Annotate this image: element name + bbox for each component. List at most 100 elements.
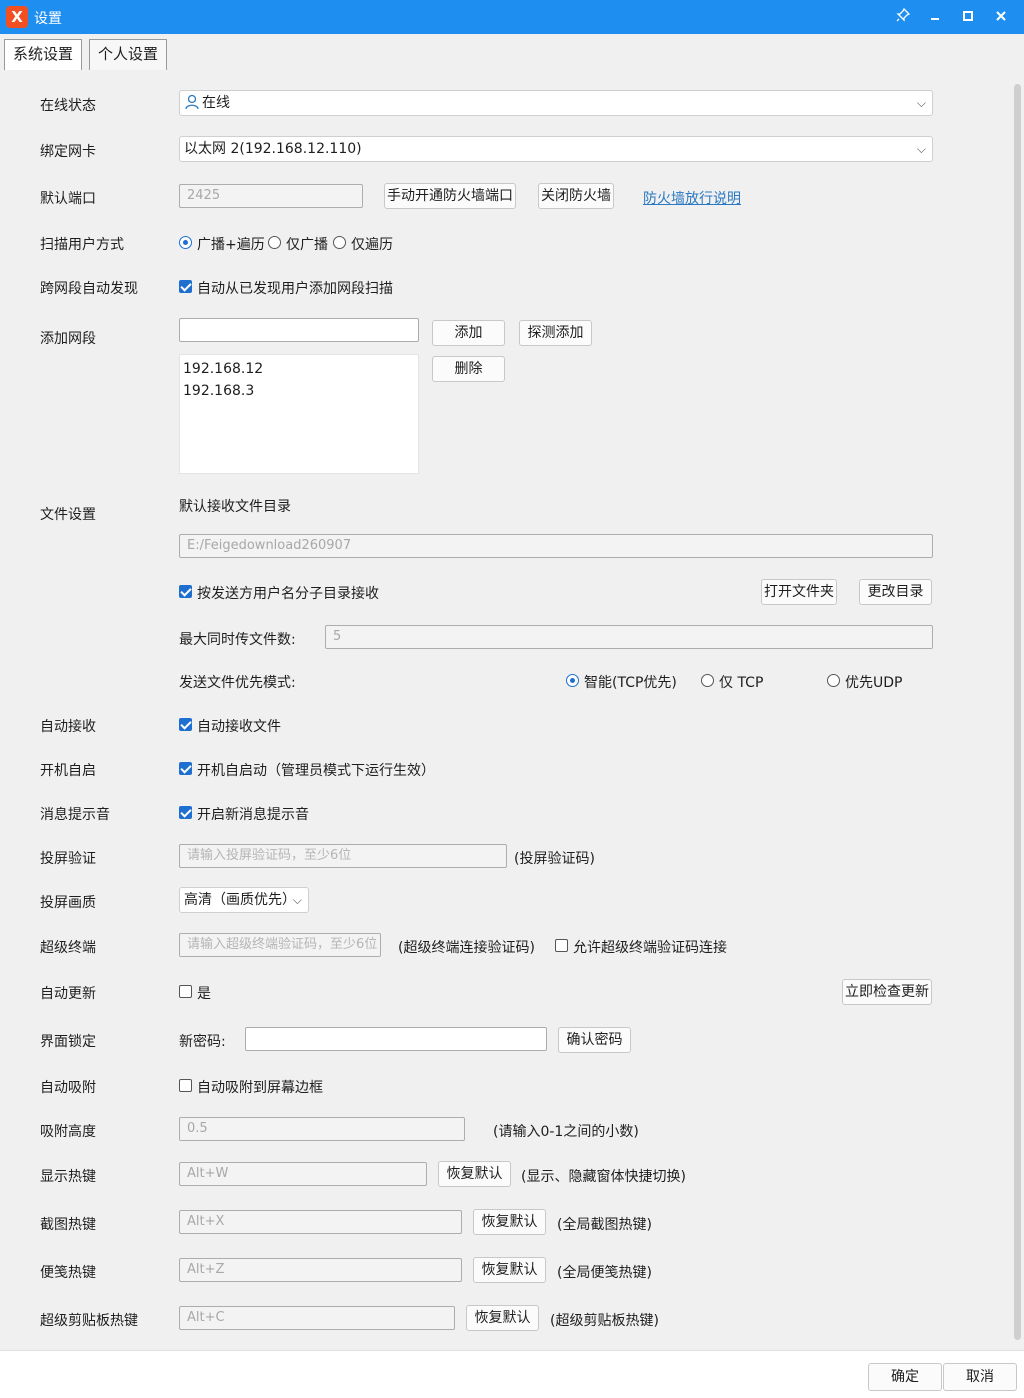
- segment-list[interactable]: 192.168.12 192.168.3: [179, 354, 419, 474]
- online-status-value: 在线: [202, 95, 230, 111]
- priority-radio-smart[interactable]: [566, 674, 579, 687]
- auto-update-text: 是: [197, 986, 211, 1002]
- tab-personal-settings[interactable]: 个人设置: [89, 39, 168, 70]
- pin-icon[interactable]: [890, 4, 916, 30]
- clipboard-hotkey-input[interactable]: Alt+C: [179, 1306, 455, 1330]
- close-icon[interactable]: [988, 4, 1014, 30]
- label-file-settings: 文件设置: [40, 507, 96, 523]
- auto-receive-checkbox[interactable]: [179, 718, 192, 731]
- online-status-select[interactable]: 在线 ⌵: [179, 90, 933, 116]
- user-icon: [185, 94, 199, 115]
- clipboard-hotkey-reset-button[interactable]: 恢复默认: [466, 1305, 539, 1331]
- autostart-text: 开机自启动（管理员模式下运行生效）: [197, 763, 435, 779]
- confirm-password-button[interactable]: 确认密码: [558, 1027, 631, 1053]
- label-bind-nic: 绑定网卡: [40, 144, 96, 160]
- auto-snap-checkbox[interactable]: [179, 1079, 192, 1092]
- note-hotkey-reset-button[interactable]: 恢复默认: [473, 1257, 546, 1283]
- priority-radio-tcp[interactable]: [701, 674, 714, 687]
- label-cast-verify: 投屏验证: [40, 851, 96, 867]
- label-clipboard-hotkey: 超级剪贴板热键: [40, 1313, 138, 1329]
- label-note-hotkey: 便笺热键: [40, 1265, 96, 1281]
- auto-receive-text: 自动接收文件: [197, 719, 281, 735]
- label-autostart: 开机自启: [40, 763, 96, 779]
- maximize-icon[interactable]: [955, 4, 981, 30]
- cast-verify-input[interactable]: 请输入投屏验证码，至少6位: [179, 844, 507, 868]
- check-update-button[interactable]: 立即检查更新: [842, 979, 932, 1005]
- subdir-checkbox[interactable]: [179, 585, 192, 598]
- auto-snap-text: 自动吸附到屏幕边框: [197, 1080, 323, 1096]
- segment-input[interactable]: [179, 318, 419, 342]
- open-folder-button[interactable]: 打开文件夹: [761, 579, 837, 605]
- subdir-text: 按发送方用户名分子目录接收: [197, 586, 379, 602]
- scan-mode-radio-traverse[interactable]: [333, 236, 346, 249]
- priority-radio-udp[interactable]: [827, 674, 840, 687]
- chevron-down-icon: ⌵: [916, 142, 926, 156]
- tab-system-settings[interactable]: 系统设置: [4, 39, 83, 70]
- label-cross-segment: 跨网段自动发现: [40, 281, 138, 297]
- new-password-input[interactable]: [245, 1027, 547, 1051]
- probe-add-button[interactable]: 探测添加: [519, 320, 592, 346]
- default-dir-label: 默认接收文件目录: [179, 499, 291, 515]
- label-default-port: 默认端口: [40, 191, 96, 207]
- delete-segment-button[interactable]: 删除: [432, 356, 505, 382]
- open-firewall-port-button[interactable]: 手动开通防火墙端口: [384, 183, 516, 209]
- max-files-input[interactable]: 5: [325, 625, 933, 649]
- close-firewall-button[interactable]: 关闭防火墙: [538, 183, 614, 209]
- scan-mode-option-label: 仅广播: [286, 237, 328, 253]
- window-title: 设置: [34, 11, 62, 27]
- priority-option-label: 仅 TCP: [719, 675, 764, 691]
- priority-option-label: 智能(TCP优先): [584, 675, 677, 691]
- scan-mode-radio-broadcast-traverse[interactable]: [179, 236, 192, 249]
- list-item[interactable]: 192.168.3: [183, 380, 415, 402]
- change-dir-button[interactable]: 更改目录: [859, 579, 932, 605]
- label-add-segment: 添加网段: [40, 331, 96, 347]
- ok-button[interactable]: 确定: [868, 1363, 942, 1391]
- nic-select[interactable]: 以太网 2(192.168.12.110) ⌵: [179, 136, 933, 162]
- label-scan-mode: 扫描用户方式: [40, 237, 124, 253]
- chevron-down-icon: ⌵: [916, 96, 926, 110]
- tab-bar: 系统设置 个人设置: [0, 34, 1024, 70]
- app-logo-icon: X: [6, 6, 28, 28]
- priority-option-label: 优先UDP: [845, 675, 903, 691]
- label-online-status: 在线状态: [40, 98, 96, 114]
- add-segment-button[interactable]: 添加: [432, 320, 505, 346]
- title-bar: X 设置: [0, 0, 1024, 34]
- cancel-button[interactable]: 取消: [943, 1363, 1017, 1391]
- label-message-sound: 消息提示音: [40, 807, 110, 823]
- clipboard-hotkey-note: (超级剪贴板热键): [550, 1313, 659, 1329]
- super-terminal-input[interactable]: 请输入超级终端验证码，至少6位: [179, 933, 381, 957]
- screenshot-hotkey-reset-button[interactable]: 恢复默认: [473, 1209, 546, 1235]
- cross-segment-checkbox[interactable]: [179, 280, 192, 293]
- dialog-footer: 确定 取消: [0, 1350, 1024, 1398]
- label-screenshot-hotkey: 截图热键: [40, 1217, 96, 1233]
- label-auto-update: 自动更新: [40, 986, 96, 1002]
- list-item[interactable]: 192.168.12: [183, 358, 415, 380]
- allow-super-terminal-checkbox[interactable]: [555, 939, 568, 952]
- label-auto-receive: 自动接收: [40, 719, 96, 735]
- auto-update-checkbox[interactable]: [179, 985, 192, 998]
- screenshot-hotkey-input[interactable]: Alt+X: [179, 1210, 462, 1234]
- label-snap-height: 吸附高度: [40, 1124, 96, 1140]
- firewall-guide-link[interactable]: 防火墙放行说明: [643, 188, 741, 208]
- label-auto-snap: 自动吸附: [40, 1080, 96, 1096]
- scan-mode-radio-broadcast[interactable]: [268, 236, 281, 249]
- label-cast-quality: 投屏画质: [40, 895, 96, 911]
- default-dir-input[interactable]: E:/Feigedownload260907: [179, 534, 933, 558]
- autostart-checkbox[interactable]: [179, 762, 192, 775]
- label-super-terminal: 超级终端: [40, 940, 96, 956]
- snap-height-input[interactable]: 0.5: [179, 1117, 465, 1141]
- port-input[interactable]: 2425: [179, 184, 363, 208]
- message-sound-checkbox[interactable]: [179, 806, 192, 819]
- screenshot-hotkey-note: (全局截图热键): [557, 1217, 652, 1233]
- note-hotkey-note: (全局便笺热键): [557, 1265, 652, 1281]
- show-hotkey-input[interactable]: Alt+W: [179, 1162, 427, 1186]
- cast-verify-note: (投屏验证码): [514, 851, 595, 867]
- show-hotkey-reset-button[interactable]: 恢复默认: [438, 1161, 511, 1187]
- minimize-icon[interactable]: [922, 4, 948, 30]
- show-hotkey-note: (显示、隐藏窗体快捷切换): [521, 1169, 686, 1185]
- scrollbar[interactable]: [1012, 70, 1023, 1350]
- scan-mode-option-label: 仅遍历: [351, 237, 393, 253]
- note-hotkey-input[interactable]: Alt+Z: [179, 1258, 462, 1282]
- cast-quality-select[interactable]: 高清（画质优先） ⌵: [179, 887, 309, 913]
- scrollbar-thumb[interactable]: [1014, 84, 1021, 1340]
